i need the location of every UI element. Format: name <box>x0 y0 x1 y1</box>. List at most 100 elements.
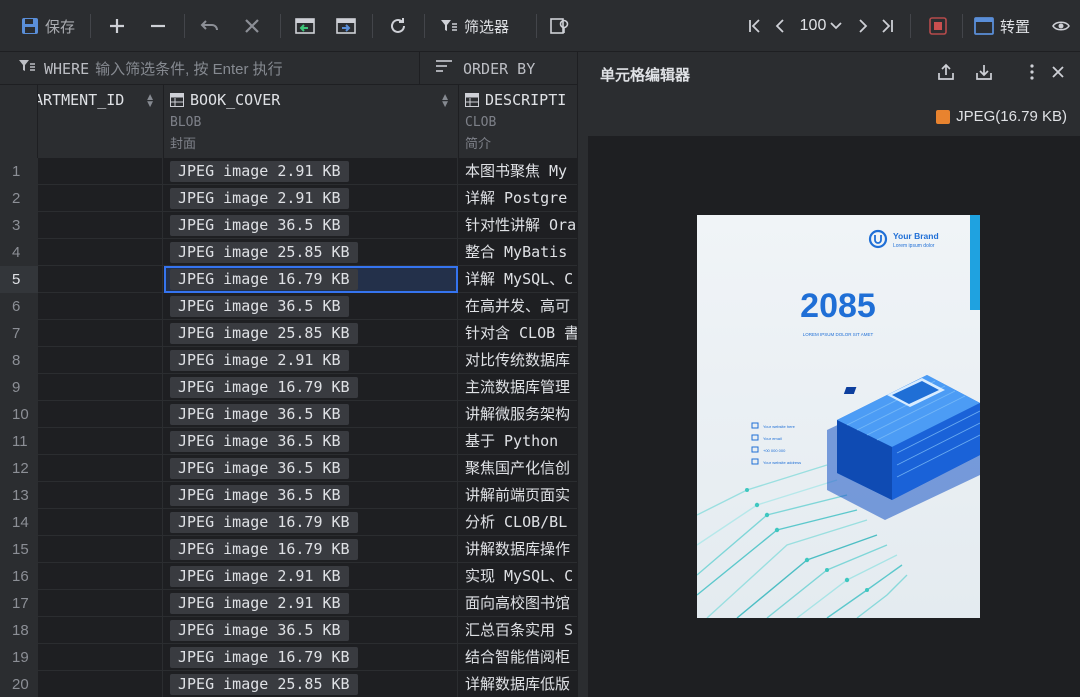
cell-department-id[interactable] <box>38 401 163 428</box>
sort-arrows-icon[interactable]: ▲ ▼ <box>440 93 450 110</box>
load-cell-button[interactable] <box>972 62 996 86</box>
row-number[interactable]: 5 <box>0 266 38 293</box>
cell-description[interactable]: 基于 Python <box>459 428 577 455</box>
cell-department-id[interactable] <box>38 293 163 320</box>
row-number[interactable]: 2 <box>0 185 38 212</box>
row-number[interactable]: 17 <box>0 590 38 617</box>
refresh-button[interactable] <box>385 13 411 39</box>
cell-description[interactable]: 整合 MyBatis <box>459 239 577 266</box>
cell-description[interactable]: 详解数据库低版 <box>459 671 577 697</box>
table-row[interactable]: 6 JPEG image 36.5 KB 在高并发、高可 <box>0 293 577 320</box>
cell-book-cover[interactable]: JPEG image 25.85 KB <box>164 320 458 347</box>
cell-book-cover[interactable]: JPEG image 36.5 KB <box>164 401 458 428</box>
row-number[interactable]: 15 <box>0 536 38 563</box>
save-button[interactable]: 保存 <box>20 13 76 39</box>
table-row[interactable]: 18 JPEG image 36.5 KB 汇总百条实用 S <box>0 617 577 644</box>
cell-department-id[interactable] <box>38 563 163 590</box>
table-row[interactable]: 16 JPEG image 2.91 KB 实现 MySQL、C <box>0 563 577 590</box>
cell-department-id[interactable] <box>38 158 163 185</box>
cell-book-cover[interactable]: JPEG image 2.91 KB <box>164 347 458 374</box>
cell-department-id[interactable] <box>38 428 163 455</box>
sort-arrows-icon[interactable]: ▲ ▼ <box>145 93 155 110</box>
cell-description[interactable]: 详解 MySQL、C <box>459 266 577 293</box>
cell-book-cover[interactable]: JPEG image 16.79 KB <box>164 644 458 671</box>
table-row[interactable]: 13 JPEG image 36.5 KB 讲解前端页面实 <box>0 482 577 509</box>
next-page-button[interactable] <box>853 13 873 39</box>
cell-description[interactable]: 结合智能借阅柜 <box>459 644 577 671</box>
table-row[interactable]: 3 JPEG image 36.5 KB 针对性讲解 Ora <box>0 212 577 239</box>
transpose-button[interactable]: 转置 <box>974 13 1040 39</box>
cell-description[interactable]: 详解 Postgre <box>459 185 577 212</box>
cell-department-id[interactable] <box>38 671 163 697</box>
table-row[interactable]: 11 JPEG image 36.5 KB 基于 Python <box>0 428 577 455</box>
cell-book-cover[interactable]: JPEG image 2.91 KB <box>164 563 458 590</box>
export-button[interactable] <box>333 13 359 39</box>
table-row[interactable]: 2 JPEG image 2.91 KB 详解 Postgre <box>0 185 577 212</box>
row-number[interactable]: 19 <box>0 644 38 671</box>
table-row[interactable]: 7 JPEG image 25.85 KB 针对含 CLOB 書 <box>0 320 577 347</box>
cell-description[interactable]: 针对性讲解 Ora <box>459 212 577 239</box>
delete-row-button[interactable] <box>145 13 171 39</box>
cell-description[interactable]: 讲解前端页面实 <box>459 482 577 509</box>
cell-book-cover[interactable]: JPEG image 16.79 KB <box>164 509 458 536</box>
cell-book-cover[interactable]: JPEG image 16.79 KB <box>164 536 458 563</box>
cell-book-cover[interactable]: JPEG image 36.5 KB <box>164 428 458 455</box>
cell-description[interactable]: 对比传统数据库 <box>459 347 577 374</box>
column-header-book-cover[interactable]: BOOK_COVER BLOB 封面 ▲ ▼ <box>164 85 459 158</box>
cell-book-cover[interactable]: JPEG image 36.5 KB <box>164 482 458 509</box>
table-row[interactable]: 12 JPEG image 36.5 KB 聚焦国产化信创 <box>0 455 577 482</box>
table-row[interactable]: 4 JPEG image 25.85 KB 整合 MyBatis <box>0 239 577 266</box>
export-cell-button[interactable] <box>934 62 958 86</box>
cell-book-cover[interactable]: JPEG image 36.5 KB <box>164 293 458 320</box>
table-row[interactable]: 19 JPEG image 16.79 KB 结合智能借阅柜 <box>0 644 577 671</box>
cell-department-id[interactable] <box>38 644 163 671</box>
cell-department-id[interactable] <box>38 482 163 509</box>
cell-book-cover[interactable]: JPEG image 25.85 KB <box>164 671 458 697</box>
row-number[interactable]: 14 <box>0 509 38 536</box>
cell-description[interactable]: 主流数据库管理 <box>459 374 577 401</box>
row-number[interactable]: 11 <box>0 428 38 455</box>
cell-book-cover[interactable]: JPEG image 2.91 KB <box>164 185 458 212</box>
more-options-button[interactable] <box>1020 62 1044 86</box>
cell-book-cover[interactable]: JPEG image 2.91 KB <box>164 590 458 617</box>
row-number[interactable]: 3 <box>0 212 38 239</box>
cell-description[interactable]: 汇总百条实用 S <box>459 617 577 644</box>
row-number[interactable]: 1 <box>0 158 38 185</box>
import-button[interactable] <box>292 13 318 39</box>
where-filter-input[interactable]: WHERE 输入筛选条件, 按 Enter 执行 <box>0 52 420 85</box>
row-number[interactable]: 4 <box>0 239 38 266</box>
order-by-input[interactable]: ORDER BY <box>421 52 577 85</box>
cell-department-id[interactable] <box>38 266 163 293</box>
cell-department-id[interactable] <box>38 239 163 266</box>
table-row[interactable]: 20 JPEG image 25.85 KB 详解数据库低版 <box>0 671 577 697</box>
cell-book-cover[interactable]: JPEG image 36.5 KB <box>164 617 458 644</box>
row-number[interactable]: 7 <box>0 320 38 347</box>
page-size-select[interactable]: 100 <box>794 13 848 39</box>
cell-description[interactable]: 实现 MySQL、C <box>459 563 577 590</box>
cell-description[interactable]: 聚焦国产化信创 <box>459 455 577 482</box>
cell-description[interactable]: 本图书聚焦 My <box>459 158 577 185</box>
stop-button[interactable] <box>926 13 950 39</box>
row-number[interactable]: 12 <box>0 455 38 482</box>
cell-book-cover[interactable]: JPEG image 16.79 KB <box>164 374 458 401</box>
cell-department-id[interactable] <box>38 320 163 347</box>
cell-department-id[interactable] <box>38 185 163 212</box>
cell-book-cover[interactable]: JPEG image 16.79 KB <box>164 266 458 293</box>
cell-description[interactable]: 讲解微服务架构 <box>459 401 577 428</box>
first-page-button[interactable] <box>745 13 765 39</box>
prev-page-button[interactable] <box>770 13 790 39</box>
cell-description[interactable]: 分析 CLOB/BL <box>459 509 577 536</box>
row-number[interactable]: 8 <box>0 347 38 374</box>
cell-description[interactable]: 面向高校图书馆 <box>459 590 577 617</box>
cell-department-id[interactable] <box>38 509 163 536</box>
row-number[interactable]: 10 <box>0 401 38 428</box>
column-header-department-id[interactable]: ARTMENT_ID ▲ ▼ <box>38 85 164 158</box>
cell-department-id[interactable] <box>38 590 163 617</box>
row-number[interactable]: 16 <box>0 563 38 590</box>
cell-description[interactable]: 针对含 CLOB 書 <box>459 320 577 347</box>
table-row[interactable]: 5 JPEG image 16.79 KB 详解 MySQL、C <box>0 266 577 293</box>
table-row[interactable]: 8 JPEG image 2.91 KB 对比传统数据库 <box>0 347 577 374</box>
row-number[interactable]: 20 <box>0 671 38 697</box>
close-panel-button[interactable] <box>1046 62 1070 86</box>
column-header-description[interactable]: DESCRIPTI CLOB 简介 <box>459 85 577 158</box>
